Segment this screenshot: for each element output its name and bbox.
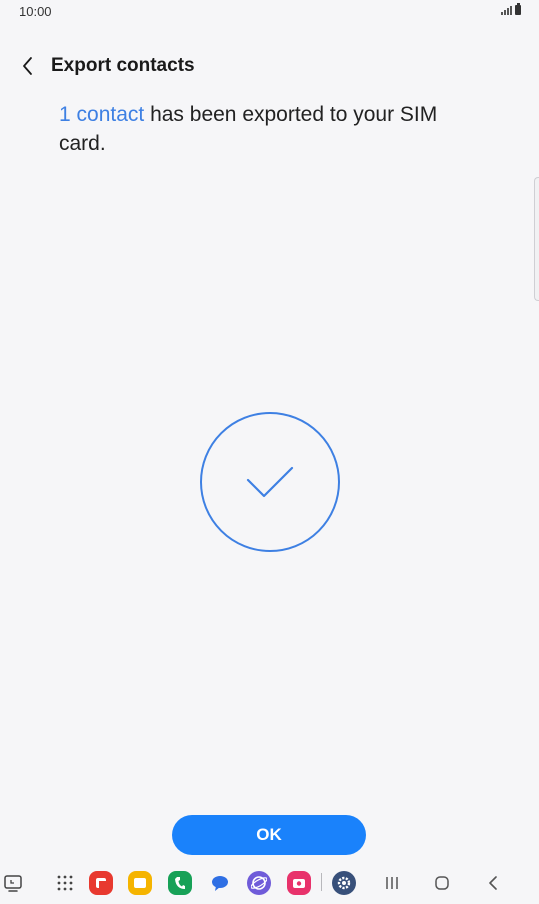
home-nav-icon[interactable] xyxy=(429,870,455,896)
recents-nav-icon[interactable] xyxy=(379,870,405,896)
scroll-handle[interactable] xyxy=(534,177,539,301)
contact-count-link[interactable]: 1 contact xyxy=(59,103,144,126)
back-button[interactable] xyxy=(14,52,42,80)
taskbar-divider xyxy=(321,873,322,891)
status-icons xyxy=(501,3,521,15)
export-result-message: 1 contact has been exported to your SIM … xyxy=(59,100,489,158)
battery-icon xyxy=(515,3,521,15)
app-grid-icon[interactable] xyxy=(52,870,78,896)
phone-app-icon[interactable] xyxy=(167,870,193,896)
signal-icon xyxy=(501,5,512,15)
taskbar xyxy=(0,864,539,904)
camera-app-icon[interactable] xyxy=(286,870,312,896)
messages-app-icon[interactable] xyxy=(207,870,233,896)
status-bar: 10:00 xyxy=(0,0,539,22)
ok-button[interactable]: OK xyxy=(172,815,366,855)
chevron-left-icon xyxy=(23,57,32,75)
internet-app-icon[interactable] xyxy=(246,870,272,896)
checkmark-icon xyxy=(246,466,294,498)
flipboard-app-icon[interactable] xyxy=(88,870,114,896)
app-header: Export contacts xyxy=(0,50,539,80)
recent-screen-icon[interactable] xyxy=(0,870,26,896)
settings-app-icon[interactable] xyxy=(331,870,357,896)
page-title: Export contacts xyxy=(51,55,195,76)
success-check-circle xyxy=(200,412,340,552)
status-time: 10:00 xyxy=(19,4,52,19)
my-files-app-icon[interactable] xyxy=(127,870,153,896)
back-nav-icon[interactable] xyxy=(480,870,506,896)
